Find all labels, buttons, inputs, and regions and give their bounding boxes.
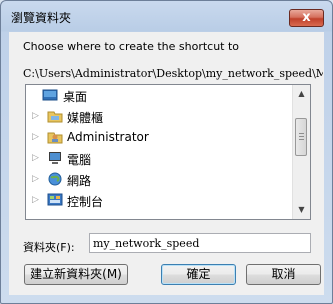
- expand-arrow-icon[interactable]: ▷: [32, 132, 39, 142]
- scroll-down-icon[interactable]: ▼: [294, 202, 309, 218]
- control-panel-icon: [47, 193, 63, 206]
- tree-item-label: 媒體櫃: [67, 111, 104, 125]
- library-icon: [47, 111, 63, 123]
- folder-name-input[interactable]: my_network_speed: [89, 233, 311, 253]
- vertical-scrollbar[interactable]: ▲ ▼: [292, 85, 310, 219]
- target-path: C:\Users\Administrator\Desktop\my_networ…: [23, 67, 323, 80]
- folder-tree[interactable]: 桌面 ▷ 媒體櫃 ▷ Administrator ▷ 電腦 ▷ 網路 ▷ 控制台…: [25, 84, 311, 220]
- tree-item-label: 電腦: [67, 153, 92, 167]
- expand-arrow-icon[interactable]: ▷: [32, 111, 39, 121]
- tree-item-label: Administrator: [67, 130, 149, 144]
- close-icon: x: [302, 10, 311, 25]
- computer-icon: [49, 152, 61, 164]
- tree-item-library[interactable]: ▷ 媒體櫃: [26, 106, 296, 127]
- title-bar[interactable]: 瀏覽資料夾 x: [1, 1, 332, 32]
- ok-button[interactable]: 確定: [161, 264, 236, 285]
- expand-arrow-icon[interactable]: ▷: [32, 174, 39, 184]
- cancel-button[interactable]: 取消: [246, 264, 321, 285]
- tree-item-label: 控制台: [67, 195, 104, 209]
- tree-item-network[interactable]: ▷ 網路: [26, 169, 296, 190]
- instruction-text: Choose where to create the shortcut to: [23, 40, 240, 53]
- scroll-up-icon[interactable]: ▲: [294, 86, 309, 102]
- expand-arrow-icon[interactable]: ▷: [32, 153, 39, 163]
- folder-label: 資料夾(F):: [23, 241, 75, 254]
- desktop-icon: [42, 89, 58, 101]
- tree-item-desktop[interactable]: 桌面: [26, 85, 296, 106]
- dialog-title: 瀏覽資料夾: [11, 11, 72, 25]
- expand-arrow-icon[interactable]: ▷: [32, 195, 39, 205]
- scrollbar-thumb[interactable]: [295, 118, 307, 156]
- browse-folder-dialog: 瀏覽資料夾 x Choose where to create the short…: [0, 0, 333, 304]
- close-button[interactable]: x: [289, 9, 324, 27]
- tree-item-control-panel[interactable]: ▷ 控制台: [26, 190, 296, 211]
- tree-item-label: 網路: [67, 174, 92, 188]
- network-icon: [48, 172, 62, 186]
- tree-item-administrator[interactable]: ▷ Administrator: [26, 127, 296, 148]
- tree-item-label: 桌面: [63, 90, 88, 104]
- tree-item-computer[interactable]: ▷ 電腦: [26, 148, 296, 169]
- user-folder-icon: [47, 132, 63, 144]
- new-folder-button[interactable]: 建立新資料夾(M): [24, 264, 128, 285]
- dialog-body: Choose where to create the shortcut to C…: [9, 32, 324, 295]
